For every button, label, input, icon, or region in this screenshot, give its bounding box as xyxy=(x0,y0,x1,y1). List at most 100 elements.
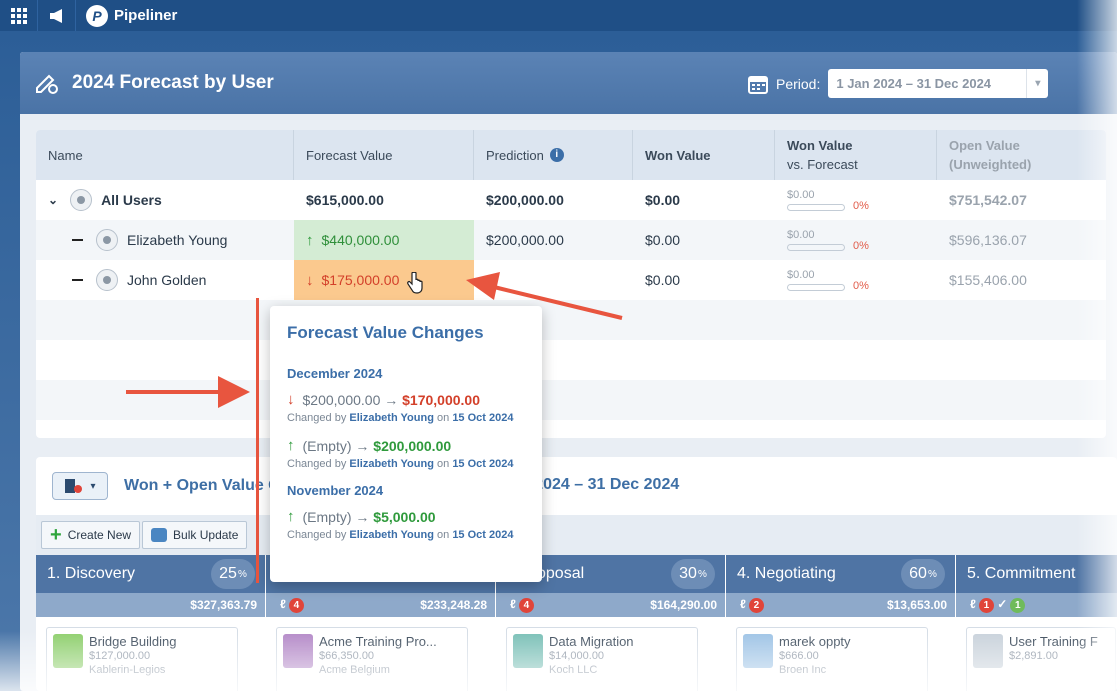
col-won-label: Won Value xyxy=(645,147,711,163)
change-date: 15 Oct 2024 xyxy=(452,412,514,424)
create-new-button[interactable]: + Create New xyxy=(41,521,141,549)
open-value: $596,136.07 xyxy=(949,232,1027,248)
forecast-cell[interactable]: ↓ $175,000.00 xyxy=(294,260,474,300)
pipeline-toolbar: + Create New Bulk Update xyxy=(36,515,1117,555)
annotation-arrow-right xyxy=(126,376,250,408)
stage-header[interactable]: 1. Discovery 25% xyxy=(36,555,265,593)
stage-pct-sign: % xyxy=(237,568,247,580)
opportunity-icon xyxy=(513,634,543,668)
stage-header[interactable]: 5. Commitment xyxy=(956,555,1117,593)
period-select[interactable]: 1 Jan 2024 – 31 Dec 2024 ▾ xyxy=(828,69,1049,98)
card-account: Broen Inc xyxy=(779,664,827,676)
won-pct: 0% xyxy=(853,200,869,212)
opportunity-card[interactable]: marek oppty $666.00 Broen Inc xyxy=(736,627,928,691)
annotation-line xyxy=(256,298,259,583)
info-icon[interactable]: i xyxy=(549,148,564,162)
won-cell: $0.00 xyxy=(633,180,775,220)
card-title: marek oppty xyxy=(779,634,851,649)
opportunity-icon xyxy=(283,634,313,668)
col-won-vs-label-2: vs. Forecast xyxy=(787,157,858,172)
card-value: $666.00 xyxy=(779,650,819,662)
name-cell: John Golden xyxy=(36,260,294,300)
change-from: (Empty) xyxy=(302,437,352,454)
on-prefix: on xyxy=(437,458,450,470)
author-name: Elizabeth Young xyxy=(349,529,434,541)
forecast-value: $440,000.00 xyxy=(321,232,400,248)
change-date: 15 Oct 2024 xyxy=(452,529,514,541)
period-label: Period: xyxy=(776,75,821,92)
col-prediction[interactable]: Prediction i xyxy=(474,130,633,180)
bulk-update-button[interactable]: Bulk Update xyxy=(142,521,248,549)
stage-pct-value: 60 xyxy=(909,565,927,582)
badge-count: 4 xyxy=(518,598,534,613)
rotting-indicator[interactable]: ℓ1 ✓ 1 xyxy=(970,597,1026,613)
won-cell: $0.00 xyxy=(633,260,775,300)
forecast-value: $615,000.00 xyxy=(306,192,384,208)
table-row[interactable]: Elizabeth Young ↑ $440,000.00 $200,000.00… xyxy=(36,220,1106,260)
change-arrow: → xyxy=(355,437,370,454)
stage-probability: 30% xyxy=(671,559,715,589)
pipeline-view-icon xyxy=(65,479,83,493)
forecast-cell[interactable]: $615,000.00 xyxy=(294,180,474,220)
forecast-value: $175,000.00 xyxy=(321,272,400,288)
table-row[interactable]: ⌄ All Users $615,000.00 $200,000.00 $0.0… xyxy=(36,180,1106,220)
chevron-down-icon[interactable]: ▾ xyxy=(1026,69,1048,98)
calendar-icon xyxy=(748,75,768,94)
col-won-vs-forecast[interactable]: Won Value vs. Forecast xyxy=(775,130,937,180)
minus-icon xyxy=(72,239,83,241)
view-selector-button[interactable]: ▾ xyxy=(52,472,108,500)
app-grid-icon[interactable] xyxy=(0,0,38,31)
stage-summary: ℓ 4 $164,290.00 xyxy=(496,593,725,617)
chevron-down-icon[interactable]: ⌄ xyxy=(48,193,58,207)
won-vs-value: $0.00 xyxy=(787,189,815,201)
rotting-indicator[interactable]: ℓ4 xyxy=(510,597,534,613)
col-won[interactable]: Won Value xyxy=(633,130,775,180)
forecast-cell[interactable]: ↑ $440,000.00 xyxy=(294,220,474,260)
stage-name: 4. Negotiating xyxy=(737,565,836,582)
stage-column: 5. Commitment ℓ1 ✓ 1 User Training F $2,89… xyxy=(956,555,1117,691)
opportunity-card[interactable]: Data Migration $14,000.00 Koch LLC xyxy=(506,627,698,691)
won-value: $0.00 xyxy=(645,232,681,248)
pipeline-title-period: n 2024 – 31 Dec 2024 xyxy=(520,476,680,493)
stage-total: $164,290.00 xyxy=(650,598,717,612)
stage-total: $233,248.28 xyxy=(420,598,487,612)
stage-pct-value: 30 xyxy=(679,565,697,582)
won-vs-value: $0.00 xyxy=(787,269,815,281)
stage-header[interactable]: 4. Negotiating 60% xyxy=(726,555,955,593)
col-open-value[interactable]: Open Value (Unweighted) xyxy=(937,130,1106,180)
stage-probability: 60% xyxy=(901,559,945,589)
top-app-bar: P Pipeliner xyxy=(0,0,1117,31)
by-prefix: Changed by xyxy=(287,529,347,541)
stage-column: 1. Discovery 25% $327,363.79 Bridge Build… xyxy=(36,555,266,691)
month-heading: December 2024 xyxy=(287,366,383,381)
card-account: Kablerin-Legios xyxy=(89,664,166,676)
opportunity-card[interactable]: User Training F $2,891.00 xyxy=(966,627,1116,691)
card-title: User Training F xyxy=(1009,634,1098,649)
arrow-up-icon: ↑ xyxy=(287,508,295,525)
change-arrow: → xyxy=(384,391,399,408)
megaphone-icon[interactable] xyxy=(38,0,76,31)
on-prefix: on xyxy=(437,412,450,424)
rotting-indicator[interactable]: ℓ4 xyxy=(280,597,304,613)
pipeline-panel: ▾ Won + Open Value O n 2024 – 31 Dec 202… xyxy=(36,457,1117,691)
author-name: Elizabeth Young xyxy=(349,412,434,424)
won-progress: $0.00 xyxy=(787,229,845,251)
col-open-label-2: (Unweighted) xyxy=(949,157,1032,172)
app-logo[interactable]: P Pipeliner xyxy=(76,4,177,27)
change-entry: ↑ (Empty) → $200,000.00 xyxy=(287,437,525,454)
change-to: $200,000.00 xyxy=(373,437,452,454)
rotting-indicator[interactable]: ℓ2 xyxy=(740,597,764,613)
col-name[interactable]: Name xyxy=(36,130,294,180)
edit-settings-icon xyxy=(36,74,58,94)
stage-summary: ℓ 4 $233,248.28 xyxy=(266,593,495,617)
col-forecast[interactable]: Forecast Value xyxy=(294,130,474,180)
change-arrow: → xyxy=(355,508,370,525)
opportunity-card[interactable]: Bridge Building $127,000.00 Kablerin-Legio… xyxy=(46,627,238,691)
progress-bar xyxy=(787,284,845,291)
month-heading: November 2024 xyxy=(287,483,384,498)
won-value: $0.00 xyxy=(645,192,681,208)
stage-pct-sign: % xyxy=(697,568,707,580)
won-progress: $0.00 xyxy=(787,269,845,291)
opportunity-card[interactable]: Acme Training Pro... $66,350.00 Acme Belgi… xyxy=(276,627,468,691)
bulk-update-label: Bulk Update xyxy=(173,528,239,542)
